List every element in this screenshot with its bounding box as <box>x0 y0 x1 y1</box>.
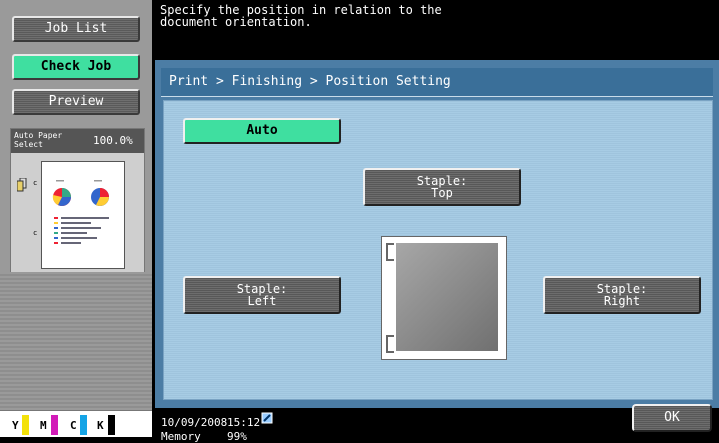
network-icon <box>261 412 273 424</box>
ok-button[interactable]: OK <box>632 404 712 432</box>
zoom-label: 100.0% <box>93 134 133 147</box>
toner-bar-c <box>80 415 87 435</box>
preview-panel: Auto Paper Select 100.0% c c <box>10 128 145 273</box>
document-orientation-preview <box>381 236 507 360</box>
date-label: 10/09/2008 <box>161 416 228 429</box>
toner-bar-m <box>51 415 58 435</box>
toner-label-m: M <box>40 419 47 432</box>
staple-left-button[interactable]: Staple: Left <box>183 276 341 314</box>
breadcrumb: Print > Finishing > Position Setting <box>169 74 451 89</box>
toner-label-y: Y <box>12 419 19 432</box>
time-label: 15:12 <box>227 416 261 429</box>
instruction-message: Specify the position in relation to the … <box>160 3 442 29</box>
preview-button[interactable]: Preview <box>12 89 140 115</box>
memory-label: Memory <box>161 430 201 443</box>
toner-levels: Y M C K <box>0 410 152 437</box>
job-list-button[interactable]: Job List <box>12 16 140 42</box>
paper-info-bar: Auto Paper Select 100.0% <box>11 129 144 153</box>
paper-select-label: Auto Paper Select <box>14 131 64 149</box>
auto-button[interactable]: Auto <box>183 118 341 144</box>
toner-bar-k <box>108 415 115 435</box>
staple-mark-bottom: c <box>33 229 38 237</box>
staple-top-icon <box>386 243 394 261</box>
staple-mark-top: c <box>33 179 38 187</box>
staple-right-button[interactable]: Staple: Right <box>543 276 701 314</box>
document-page-image <box>396 243 498 351</box>
breadcrumb-bar: Print > Finishing > Position Setting <box>161 68 713 97</box>
left-panel: Job List Check Job Preview Auto Paper Se… <box>0 0 152 437</box>
toner-label-k: K <box>97 419 104 432</box>
toner-bar-y <box>22 415 29 435</box>
left-panel-filler <box>0 272 152 410</box>
copies-icon <box>16 177 27 192</box>
check-job-button[interactable]: Check Job <box>12 54 140 80</box>
staple-bottom-icon <box>386 335 394 353</box>
paper-select-line1: Auto Paper <box>14 131 63 140</box>
document-thumbnail <box>41 161 125 269</box>
toner-label-c: C <box>70 419 77 432</box>
staple-top-button[interactable]: Staple: Top <box>363 168 521 206</box>
paper-select-line2: Select <box>14 140 43 149</box>
memory-value: 99% <box>227 430 247 443</box>
